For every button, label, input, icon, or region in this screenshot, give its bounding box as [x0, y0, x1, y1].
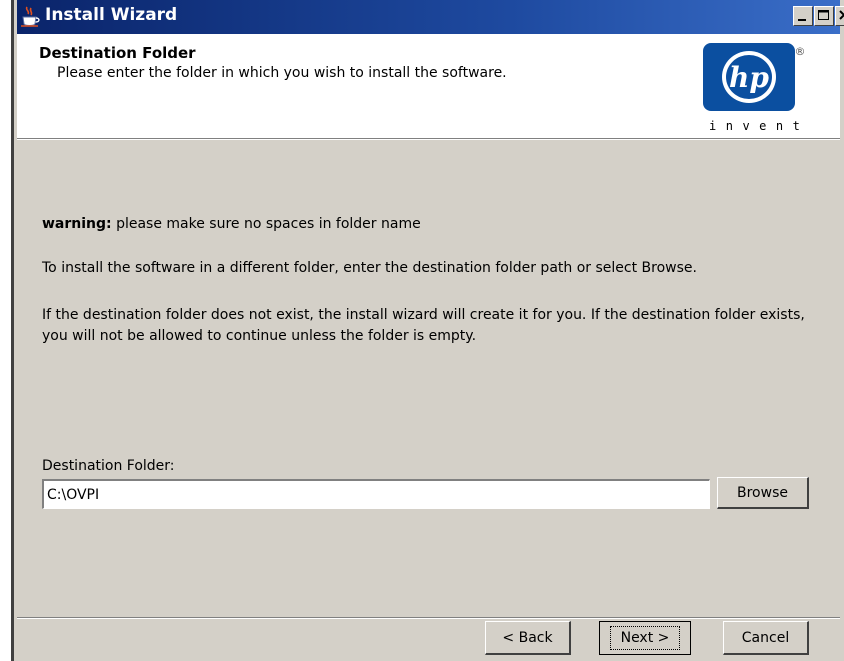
destination-folder-input[interactable] — [42, 479, 710, 509]
window-border-right — [840, 0, 844, 661]
wizard-footer: < Back Next > Cancel — [17, 619, 840, 661]
next-button-label: Next > — [609, 626, 681, 650]
wizard-header: Destination Folder Please enter the fold… — [17, 34, 840, 138]
page-title: Destination Folder — [39, 44, 196, 62]
java-cup-icon — [21, 6, 40, 27]
close-button[interactable] — [835, 6, 844, 26]
warning-message: warning: please make sure no spaces in f… — [42, 216, 421, 232]
window-title: Install Wizard — [45, 5, 178, 25]
maximize-button[interactable] — [814, 6, 834, 26]
wizard-body: warning: please make sure no spaces in f… — [17, 140, 840, 617]
warning-label: warning: — [42, 216, 112, 232]
desktop-background — [0, 0, 11, 661]
page-subtitle: Please enter the folder in which you wis… — [57, 65, 507, 81]
browse-button[interactable]: Browse — [717, 477, 809, 509]
destination-folder-label: Destination Folder: — [42, 458, 175, 474]
close-icon — [839, 10, 844, 20]
next-button[interactable]: Next > — [599, 621, 691, 655]
minimize-button[interactable] — [793, 6, 813, 26]
back-button[interactable]: < Back — [485, 621, 571, 655]
minimize-icon — [798, 19, 806, 21]
hp-logo-text: hp — [729, 61, 769, 94]
instruction-text: To install the software in a different f… — [42, 260, 697, 276]
cancel-button[interactable]: Cancel — [723, 621, 809, 655]
hp-tagline: invent — [709, 119, 810, 133]
registered-mark: ® — [795, 45, 806, 58]
title-bar[interactable]: Install Wizard — [17, 0, 844, 34]
maximize-icon — [818, 10, 829, 20]
info-text: If the destination folder does not exist… — [42, 307, 805, 344]
hp-logo: hp ® — [703, 43, 806, 111]
warning-text: please make sure no spaces in folder nam… — [111, 216, 421, 232]
